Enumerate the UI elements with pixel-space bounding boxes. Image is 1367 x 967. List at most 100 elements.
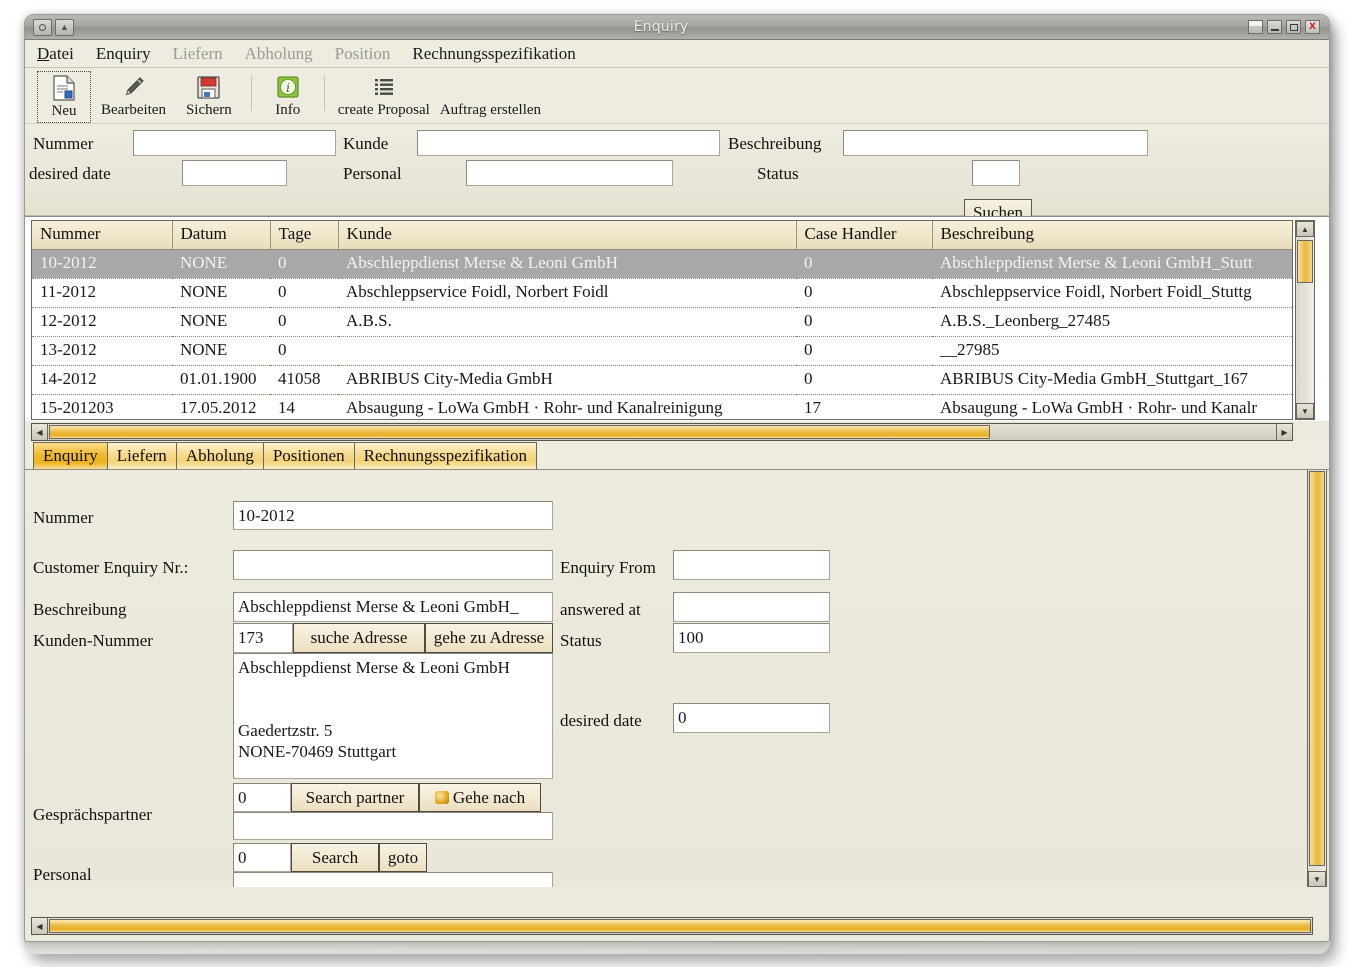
- search-button[interactable]: Search: [291, 843, 379, 872]
- toolbar-button-info[interactable]: i Info: [261, 71, 315, 123]
- toolbar-label-info: Info: [275, 102, 301, 118]
- menu-enquiry[interactable]: Enquiry: [96, 44, 151, 64]
- criteria-status-input[interactable]: [972, 160, 1020, 186]
- grid-vscroll-thumb[interactable]: [1297, 240, 1313, 283]
- shade-window-button[interactable]: [1248, 20, 1263, 34]
- list-lines-icon: [374, 74, 394, 100]
- gehe-zu-adresse-button[interactable]: gehe zu Adresse: [425, 623, 553, 653]
- table-row[interactable]: 15-201203 17.05.2012 14 Absaugung - LoWa…: [32, 394, 1292, 419]
- goto-button[interactable]: goto: [379, 843, 427, 872]
- table-row[interactable]: 14-2012 01.01.1900 41058 ABRIBUS City-Me…: [32, 365, 1292, 395]
- detail-gespraechspartner-name-input[interactable]: [233, 812, 553, 840]
- maximize-window-button[interactable]: [1286, 20, 1301, 34]
- minimize-window-button[interactable]: [1267, 20, 1282, 34]
- cell-case-handler: 0: [796, 365, 932, 395]
- detail-personal-input[interactable]: 0: [233, 843, 291, 872]
- menu-position[interactable]: Position: [335, 44, 391, 64]
- criteria-personal-input[interactable]: [466, 160, 673, 186]
- close-window-button[interactable]: X: [1305, 20, 1320, 34]
- gehe-nach-label: Gehe nach: [452, 787, 526, 807]
- detail-gespraechspartner-input[interactable]: 0: [233, 783, 291, 812]
- detail-address-memo[interactable]: Abschleppdienst Merse & Leoni GmbH Gaede…: [233, 653, 553, 779]
- toolbar-button-sichern[interactable]: Sichern: [176, 71, 242, 123]
- detail-enquiry-from-input[interactable]: [673, 550, 830, 580]
- grid-hscroll-thumb[interactable]: [49, 425, 990, 439]
- results-grid[interactable]: Nummer Datum Tage Kunde Case Handler Bes…: [31, 220, 1293, 420]
- scroll-down-arrow-icon[interactable]: ▼: [1296, 403, 1314, 419]
- menu-datei[interactable]: Datei: [37, 44, 74, 64]
- tab-abholung[interactable]: Abholung: [175, 442, 264, 469]
- cell-nummer: 12-2012: [32, 307, 172, 337]
- column-header-nummer[interactable]: Nummer: [32, 221, 173, 250]
- cell-kunde: [338, 336, 796, 366]
- cell-tage: 0: [270, 336, 338, 366]
- cell-kunde: Abschleppdienst Merse & Leoni GmbH: [338, 249, 796, 279]
- search-partner-button[interactable]: Search partner: [291, 783, 419, 812]
- criteria-beschreibung-input[interactable]: [843, 130, 1148, 156]
- cell-datum: NONE: [172, 249, 270, 279]
- criteria-nummer-input[interactable]: [133, 130, 336, 156]
- tab-rechnungsspezifikation[interactable]: Rechnungsspezifikation: [353, 442, 537, 469]
- tab-enquiry[interactable]: Enquiry: [33, 442, 108, 469]
- cell-nummer: 15-201203: [32, 394, 172, 419]
- toolbar-button-create-proposal[interactable]: create Proposal: [334, 71, 434, 123]
- results-grid-area: Nummer Datum Tage Kunde Case Handler Bes…: [25, 216, 1329, 421]
- column-header-case-handler[interactable]: Case Handler: [796, 221, 933, 250]
- table-row[interactable]: 10-2012 NONE 0 Abschleppdienst Merse & L…: [32, 249, 1292, 279]
- menu-rechnungsspezifikation[interactable]: Rechnungsspezifikation: [412, 44, 575, 64]
- scroll-left-arrow-icon[interactable]: ◀: [32, 424, 48, 440]
- detail-desired-date-input[interactable]: 0: [673, 703, 830, 733]
- window-titlebar[interactable]: ▲ Enquiry X: [25, 15, 1329, 40]
- cell-case-handler: 0: [796, 249, 932, 279]
- menu-abholung[interactable]: Abholung: [245, 44, 313, 64]
- menu-liefern[interactable]: Liefern: [173, 44, 223, 64]
- gehe-nach-button[interactable]: Gehe nach: [419, 783, 541, 812]
- toolbar-button-bearbeiten[interactable]: Bearbeiten: [91, 71, 176, 123]
- cell-tage: 41058: [270, 365, 338, 395]
- window-horizontal-scrollbar[interactable]: ◀: [31, 917, 1313, 935]
- suche-adresse-button[interactable]: suche Adresse: [293, 623, 425, 653]
- detail-nummer-input[interactable]: 10-2012: [233, 501, 553, 530]
- tab-positionen[interactable]: Positionen: [262, 442, 355, 469]
- form-scroll-down-arrow-icon[interactable]: ▼: [1308, 871, 1326, 887]
- column-header-kunde[interactable]: Kunde: [338, 221, 797, 250]
- scroll-up-arrow-icon[interactable]: ▲: [1296, 221, 1314, 237]
- cell-beschreibung: Abschleppservice Foidl, Norbert Foidl_St…: [932, 278, 1292, 308]
- window-hscroll-thumb[interactable]: [49, 919, 1311, 933]
- detail-beschreibung-input[interactable]: Abschleppdienst Merse & Leoni GmbH_: [233, 592, 553, 622]
- window-scroll-left-arrow-icon[interactable]: ◀: [32, 918, 48, 934]
- toolbar-separator-2: [323, 76, 325, 111]
- form-vscroll-thumb[interactable]: [1309, 471, 1325, 866]
- detail-customer-enquiry-input[interactable]: [233, 550, 553, 580]
- window-menu-icon[interactable]: [33, 18, 52, 36]
- detail-form: Nummer 10-2012 Customer Enquiry Nr.: Enq…: [25, 469, 1329, 887]
- cell-nummer: 13-2012: [32, 336, 172, 366]
- toolbar-button-neu[interactable]: Neu: [37, 71, 91, 123]
- grid-horizontal-scrollbar[interactable]: ◀ ▶: [31, 423, 1293, 441]
- detail-status-input[interactable]: 100: [673, 623, 830, 653]
- table-row[interactable]: 13-2012 NONE 0 0 __27985: [32, 336, 1292, 366]
- tab-liefern[interactable]: Liefern: [106, 442, 177, 469]
- table-row[interactable]: 11-2012 NONE 0 Abschleppservice Foidl, N…: [32, 278, 1292, 308]
- form-vertical-scrollbar[interactable]: ▼: [1307, 470, 1327, 887]
- criteria-desired-date-label: desired date: [29, 164, 111, 183]
- column-header-datum[interactable]: Datum: [172, 221, 271, 250]
- window-rollup-icon[interactable]: ▲: [55, 18, 74, 36]
- criteria-kunde-input[interactable]: [417, 130, 720, 156]
- detail-personal-name-input[interactable]: [233, 872, 553, 887]
- table-row[interactable]: 12-2012 NONE 0 A.B.S. 0 A.B.S._Leonberg_…: [32, 307, 1292, 337]
- detail-enquiry-from-label: Enquiry From: [560, 558, 656, 577]
- toolbar-button-auftrag-erstellen[interactable]: Auftrag erstellen: [434, 71, 547, 123]
- column-header-tage[interactable]: Tage: [270, 221, 339, 250]
- detail-kunden-nummer-input[interactable]: 173: [233, 623, 293, 653]
- detail-gespraechspartner-label: Gesprächspartner: [33, 805, 152, 824]
- column-header-beschreibung[interactable]: Beschreibung: [932, 221, 1292, 250]
- grid-vertical-scrollbar[interactable]: ▲ ▼: [1295, 220, 1315, 420]
- scroll-right-arrow-icon[interactable]: ▶: [1276, 424, 1292, 440]
- menu-datei-label: atei: [49, 43, 74, 63]
- detail-answered-at-input[interactable]: [673, 592, 830, 622]
- pencil-edit-icon: [121, 74, 145, 100]
- criteria-desired-date-input[interactable]: [182, 160, 287, 186]
- cell-case-handler: 17: [796, 394, 932, 419]
- detail-tabstrip: Enquiry Liefern Abholung Positionen Rech…: [25, 441, 1329, 469]
